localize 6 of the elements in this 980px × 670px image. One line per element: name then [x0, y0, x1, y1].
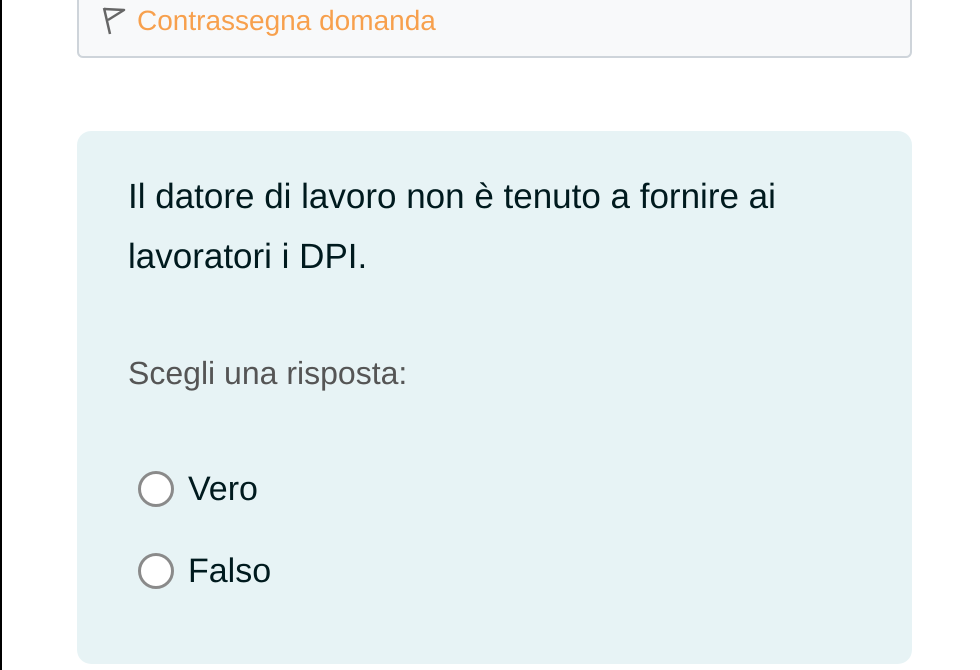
answer-prompt: Scegli una risposta:	[128, 354, 408, 393]
question-text: Il datore di lavoro non è tenuto a fornire ai lavoratori i DPI.	[128, 176, 777, 278]
radio-button[interactable]	[138, 471, 174, 507]
option-label[interactable]: Falso	[188, 551, 272, 591]
radio-button[interactable]	[138, 553, 174, 589]
option-label[interactable]: Vero	[188, 469, 258, 509]
